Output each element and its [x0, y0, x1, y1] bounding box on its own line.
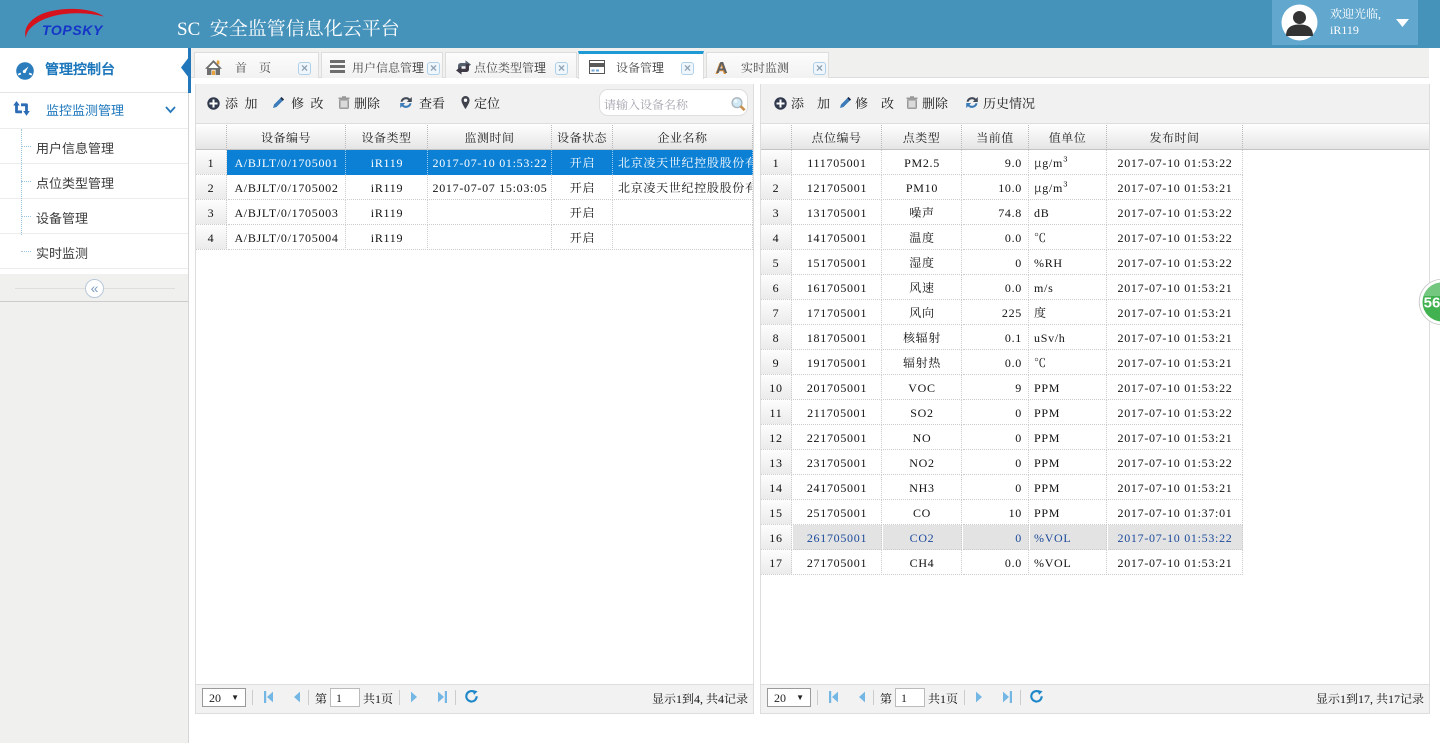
svg-text:56: 56	[1424, 295, 1440, 312]
svg-text:TOPSKY: TOPSKY	[42, 22, 104, 38]
